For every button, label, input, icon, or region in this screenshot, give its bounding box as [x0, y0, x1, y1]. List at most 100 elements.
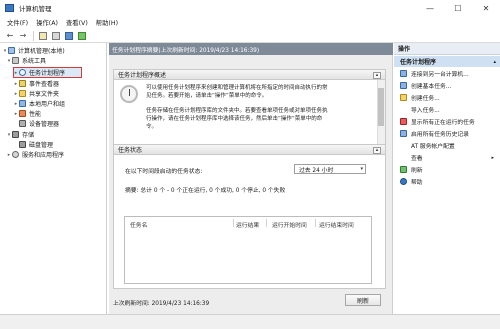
- task-status-section-header[interactable]: 任务状态 ▴: [113, 144, 386, 155]
- tree-item-disk-management[interactable]: 磁盘管理: [19, 140, 53, 149]
- action-at-config[interactable]: AT 服务帐户配置: [394, 140, 500, 151]
- overview-scrollbar[interactable]: [377, 80, 385, 144]
- clock-icon: [19, 69, 26, 76]
- action-connect[interactable]: 连接到另一台计算机...: [394, 68, 500, 79]
- action-label: 创建任务...: [411, 96, 440, 102]
- services-icon: [12, 151, 19, 158]
- menu-bar: 文件(F) 操作(A) 查看(V) 帮助(H): [0, 16, 500, 29]
- tree-item-system-tools[interactable]: ▾ 系统工具: [6, 56, 46, 65]
- close-button[interactable]: ✕: [472, 0, 500, 16]
- shared-folder-icon: [19, 90, 26, 97]
- overview-text-line: 令。: [146, 124, 158, 130]
- back-arrow-icon[interactable]: ←: [4, 30, 16, 42]
- tree-item-computer-management[interactable]: ▾ 计算机管理(本地): [2, 46, 65, 55]
- task-scheduler-clock-icon: [120, 85, 138, 103]
- action-label: 导入任务...: [411, 108, 440, 114]
- tree-item-label: 磁盘管理: [29, 142, 54, 149]
- toolbar-divider: [33, 30, 34, 41]
- tree-item-local-users[interactable]: ▸ 本地用户和组: [13, 99, 65, 108]
- collapse-icon[interactable]: ▴: [493, 59, 496, 65]
- submenu-arrow-icon: ▸: [491, 154, 494, 161]
- tree-item-shared-folders[interactable]: ▸ 共享文件夹: [13, 89, 59, 98]
- overview-paragraph-2: 任务存储在任务计划程序库的文件夹中。若要查看单项任务或对单项任务执 行操作，请在…: [146, 107, 371, 131]
- tree-item-label: 事件查看器: [29, 81, 60, 88]
- computer-management-icon: [5, 4, 14, 12]
- column-divider: [266, 219, 267, 227]
- window-controls: — ☐ ✕: [416, 0, 500, 16]
- tree-item-label: 任务计划程序: [29, 70, 66, 77]
- menu-view[interactable]: 查看(V): [62, 18, 92, 27]
- action-label: 帮助: [411, 180, 423, 186]
- maximize-button[interactable]: ☐: [444, 0, 472, 16]
- tree-item-device-manager[interactable]: 设备管理器: [19, 119, 59, 128]
- status-summary: 摘要: 总计 0 个 - 0 个正在运行, 0 个成功, 0 个停止, 0 个失…: [125, 188, 286, 194]
- forward-arrow-icon[interactable]: →: [17, 30, 29, 42]
- scrollbar-thumb[interactable]: [378, 88, 384, 126]
- action-label: 连接到另一台计算机...: [411, 72, 469, 78]
- overview-paragraph-1: 可以使用任务计划程序来创建和管理计算机将在所指定的时间自动执行的常 见任务。若要…: [146, 84, 371, 100]
- menu-file[interactable]: 文件(F): [3, 18, 32, 27]
- toolbar: ← →: [0, 29, 500, 43]
- menu-action[interactable]: 操作(A): [32, 18, 62, 27]
- action-label: 查看: [411, 156, 423, 162]
- column-divider: [315, 219, 316, 227]
- tree-item-event-viewer[interactable]: ▸ 事件查看器: [13, 79, 59, 88]
- event-viewer-icon: [19, 80, 26, 87]
- status-period-label: 在以下时间段启动的任务状态:: [125, 169, 203, 175]
- help-icon[interactable]: [63, 30, 75, 42]
- refresh-button[interactable]: 刷新: [345, 294, 381, 306]
- action-label: 显示所有正在运行的任务: [411, 120, 475, 126]
- tree-item-task-scheduler[interactable]: ▸ 任务计划程序: [13, 68, 65, 77]
- up-folder-icon[interactable]: [37, 30, 49, 42]
- create-basic-task-icon: [400, 82, 407, 89]
- action-create-task[interactable]: 创建任务...: [394, 92, 500, 103]
- show-hide-tree-icon[interactable]: [50, 30, 62, 42]
- tasks-table[interactable]: 任务名 运行结果 运行开始时间 运行结束时间: [124, 216, 372, 284]
- computer-icon: [8, 47, 15, 54]
- properties-icon[interactable]: [76, 30, 88, 42]
- column-header-task-name[interactable]: 任务名: [130, 220, 147, 229]
- tree-item-label: 共享文件夹: [29, 91, 60, 98]
- tree-item-label: 存储: [22, 132, 35, 139]
- center-pane: 任务计划程序摘要(上次刷新时间: 2019/4/23 14:16:39) 任务计…: [109, 43, 393, 314]
- action-help[interactable]: 帮助: [394, 176, 500, 187]
- overview-text-line: 可以使用任务计划程序来创建和管理计算机将在所指定的时间自动执行的常: [146, 85, 328, 91]
- history-icon: [400, 130, 407, 137]
- action-show-running-tasks[interactable]: 显示所有正在运行的任务: [394, 116, 500, 127]
- action-refresh[interactable]: 刷新: [394, 164, 500, 175]
- tree-item-services-apps[interactable]: ▸ 服务和应用程序: [6, 150, 64, 159]
- collapse-icon[interactable]: ▴: [373, 71, 381, 79]
- import-icon: [400, 106, 407, 113]
- tree-item-performance[interactable]: ▸ 性能: [13, 109, 41, 118]
- device-manager-icon: [19, 120, 26, 127]
- tree-item-label: 性能: [29, 111, 42, 118]
- minimize-button[interactable]: —: [416, 0, 444, 16]
- action-enable-history[interactable]: 启用所有任务历史记录: [394, 128, 500, 139]
- actions-group-task-scheduler[interactable]: 任务计划程序 ▴: [394, 56, 500, 67]
- menu-help[interactable]: 帮助(H): [92, 18, 122, 27]
- action-label: 刷新: [411, 168, 423, 174]
- tree-item-label: 设备管理器: [29, 121, 60, 128]
- status-bar: [0, 314, 500, 329]
- actions-pane: 操作 任务计划程序 ▴ 连接到另一台计算机... 创建基本任务... 创建任务.…: [394, 43, 500, 314]
- period-dropdown[interactable]: 过去 24 小时 ▾: [294, 164, 366, 174]
- column-header-start-time[interactable]: 运行开始时间: [272, 220, 307, 229]
- action-import-task[interactable]: 导入任务...: [394, 104, 500, 115]
- overview-text-line: 见任务。若要开始，请单击“操作”菜单中的命令。: [146, 93, 268, 99]
- collapse-icon[interactable]: ▴: [373, 146, 381, 154]
- view-icon: [400, 154, 407, 161]
- column-header-end-time[interactable]: 运行结束时间: [319, 220, 354, 229]
- action-create-basic-task[interactable]: 创建基本任务...: [394, 80, 500, 91]
- navigation-tree: ▾ 计算机管理(本地) ▾ 系统工具 ▸ 任务计划程序 ▸ 事件查看器 ▸ 共享…: [0, 43, 107, 314]
- tree-item-storage[interactable]: ▾ 存储: [6, 130, 34, 139]
- tree-item-label: 本地用户和组: [29, 101, 66, 108]
- create-task-icon: [400, 94, 407, 101]
- overview-panel: 可以使用任务计划程序来创建和管理计算机将在所指定的时间自动执行的常 见任务。若要…: [113, 80, 386, 145]
- action-view[interactable]: 查看 ▸: [394, 152, 500, 163]
- users-icon: [19, 100, 26, 107]
- column-header-run-result[interactable]: 运行结果: [236, 220, 259, 229]
- actions-header: 操作: [394, 43, 500, 55]
- window-title: 计算机管理: [19, 5, 52, 13]
- overview-section-header[interactable]: 任务计划程序概述 ▴: [113, 69, 386, 80]
- summary-header: 任务计划程序摘要(上次刷新时间: 2019/4/23 14:16:39): [109, 43, 393, 55]
